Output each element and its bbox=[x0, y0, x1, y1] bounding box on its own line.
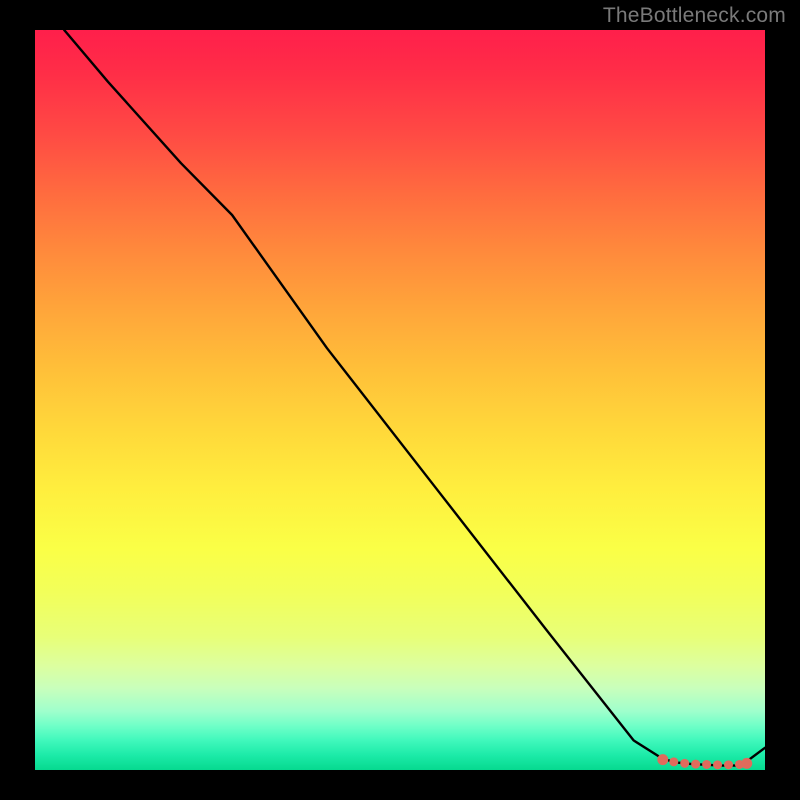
watermark-text: TheBottleneck.com bbox=[603, 4, 786, 28]
marker-dot bbox=[713, 760, 722, 769]
marker-dot bbox=[691, 760, 700, 769]
chart-overlay bbox=[35, 30, 765, 770]
marker-dot bbox=[741, 758, 752, 769]
marker-dot bbox=[702, 760, 711, 769]
marker-dot bbox=[657, 754, 668, 765]
dotted-segment bbox=[657, 754, 752, 769]
chart-frame: TheBottleneck.com bbox=[0, 0, 800, 800]
curve-line bbox=[64, 30, 765, 766]
marker-dot bbox=[724, 760, 733, 769]
marker-dot bbox=[680, 759, 689, 768]
marker-dot bbox=[669, 757, 678, 766]
